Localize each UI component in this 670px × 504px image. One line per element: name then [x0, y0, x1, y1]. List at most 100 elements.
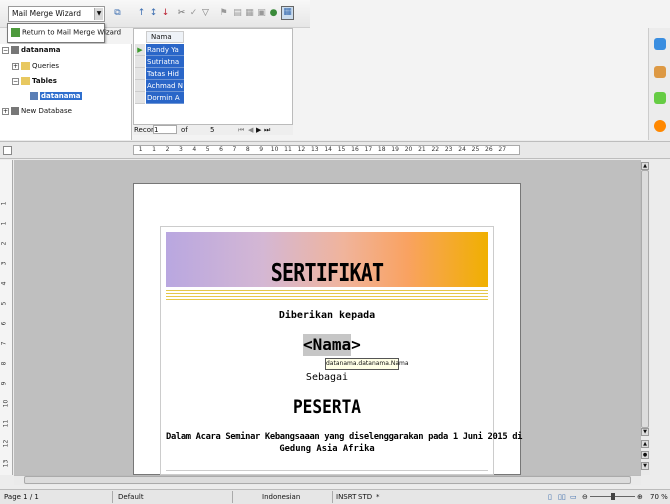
- page-indicator[interactable]: Page 1 / 1: [4, 493, 39, 501]
- data-grid: Nama ▶ Randy Ya Sutriatna Tatas Hid Achm…: [133, 28, 293, 135]
- tree-item-datanama-table[interactable]: datanama: [30, 92, 82, 100]
- status-bar: Page 1 / 1 Default Indonesian INSRT STD …: [0, 489, 670, 504]
- explorer-icon[interactable]: ▦: [281, 6, 294, 20]
- ruler-mark: 8: [245, 146, 250, 153]
- ruler-mark: 13: [310, 146, 319, 153]
- sort-za-icon[interactable]: ↓: [160, 8, 171, 19]
- vertical-scroll-thumb[interactable]: [641, 170, 649, 428]
- table-row[interactable]: Dormin A: [146, 92, 184, 104]
- ruler-mark: 4: [192, 146, 197, 153]
- tab-type-icon[interactable]: [3, 146, 12, 155]
- return-to-wizard-menu-item[interactable]: Return to Mail Merge Wizard: [7, 23, 121, 43]
- standard-filter-icon[interactable]: ▽: [200, 8, 211, 19]
- zoom-level[interactable]: 70 %: [650, 493, 668, 501]
- table-row[interactable]: Randy Ya: [146, 44, 184, 56]
- ruler-mark: 3: [178, 146, 183, 153]
- current-row-arrow-icon[interactable]: ▶: [135, 44, 145, 56]
- sort-ascending-icon[interactable]: ↑: [136, 8, 147, 19]
- pin-icon[interactable]: ⚑: [218, 8, 229, 19]
- row-header[interactable]: [135, 68, 145, 80]
- ruler-mark: 9: [259, 146, 264, 153]
- ruler-mark: 1: [138, 146, 143, 153]
- wizard-select-value: Mail Merge Wizard: [12, 9, 81, 18]
- data-source-icon[interactable]: ●: [268, 8, 279, 19]
- ruler-mark: 14: [324, 146, 332, 153]
- expand-icon[interactable]: +: [12, 62, 19, 70]
- single-page-view-icon[interactable]: ▯: [548, 493, 552, 501]
- table-row[interactable]: Sutriatna: [146, 56, 184, 68]
- tree-item-datanama-db[interactable]: − datanama: [2, 46, 61, 54]
- data-to-fields-icon[interactable]: ▦: [244, 8, 255, 19]
- horizontal-scroll-thumb[interactable]: [24, 476, 631, 484]
- vruler-mark: 12: [2, 439, 10, 448]
- vruler-mark: 10: [2, 399, 10, 408]
- divider: [232, 491, 233, 503]
- record-navigator: Record 1 of 5 ⏮ ◀ ▶ ⏭: [133, 124, 293, 135]
- document-modified[interactable]: *: [376, 493, 380, 501]
- chevron-down-icon[interactable]: ▼: [94, 8, 103, 20]
- insert-mode[interactable]: INSRT: [336, 493, 356, 501]
- page-style[interactable]: Default: [118, 493, 144, 501]
- tools-icon[interactable]: ✂: [176, 8, 187, 19]
- record-number-input[interactable]: 1: [153, 125, 177, 134]
- filter-icon[interactable]: ✓: [188, 8, 199, 19]
- ruler-mark: 11: [284, 146, 292, 153]
- ruler-mark: 18: [377, 146, 386, 153]
- table-row[interactable]: Achmad N: [146, 80, 184, 92]
- zoom-out-icon[interactable]: ⊖: [582, 493, 588, 501]
- scroll-up-icon[interactable]: ▲: [641, 162, 649, 170]
- row-header[interactable]: [135, 92, 145, 104]
- as-label-text: Sebagai: [305, 372, 349, 383]
- navigator-icon[interactable]: [654, 120, 666, 132]
- collapse-icon[interactable]: −: [2, 46, 9, 54]
- divider: [332, 491, 333, 503]
- vertical-ruler[interactable]: 1 1 2 3 4 5 6 7 8 9 10 11 12 13: [0, 160, 13, 475]
- sort-az-icon[interactable]: ↕: [148, 8, 159, 19]
- merge-field-nama[interactable]: <Nama>: [303, 334, 361, 356]
- mail-merge-wizard-select[interactable]: Mail Merge Wizard ▼: [8, 6, 105, 22]
- expand-icon[interactable]: +: [2, 107, 9, 115]
- folder-icon: [21, 62, 30, 70]
- tree-label: New Database: [21, 107, 72, 115]
- previous-page-icon[interactable]: ▲: [641, 440, 649, 448]
- vruler-mark: 2: [0, 241, 8, 246]
- row-header[interactable]: [135, 80, 145, 92]
- table-row[interactable]: Tatas Hid: [146, 68, 184, 80]
- book-view-icon[interactable]: ▭: [570, 493, 577, 501]
- prev-record-icon[interactable]: ◀: [248, 126, 253, 134]
- row-header[interactable]: [135, 56, 145, 68]
- scroll-down-icon[interactable]: ▼: [641, 428, 649, 436]
- first-record-icon[interactable]: ⏮: [238, 126, 244, 135]
- record-of-label: of: [181, 126, 188, 134]
- tree-item-tables[interactable]: − Tables: [12, 77, 57, 85]
- tree-label: datanama: [21, 46, 61, 54]
- vruler-mark: 4: [0, 281, 8, 286]
- source-icon[interactable]: ⧉: [112, 8, 123, 19]
- last-record-icon[interactable]: ⏭: [264, 126, 270, 135]
- horizontal-ruler[interactable]: 1 1 2 3 4 5 6 7 8 9 10 11 12 13 14 15 16 17 18 19 20 21 22 23 24…: [133, 145, 520, 155]
- styles-icon[interactable]: [654, 66, 666, 78]
- properties-icon[interactable]: [654, 38, 666, 50]
- tree-item-new-database[interactable]: + New Database: [2, 107, 72, 115]
- data-to-text-icon[interactable]: ▤: [232, 8, 243, 19]
- multi-page-view-icon[interactable]: ▯▯: [558, 493, 566, 501]
- next-record-icon[interactable]: ▶: [256, 126, 261, 134]
- tree-item-queries[interactable]: + Queries: [12, 62, 59, 70]
- ruler-mark: 26: [485, 146, 493, 153]
- mail-merge-icon[interactable]: ▣: [256, 8, 267, 19]
- gallery-icon[interactable]: [654, 92, 666, 104]
- zoom-slider-handle[interactable]: [611, 493, 615, 500]
- vruler-mark: 11: [2, 419, 10, 428]
- ruler-mark: 7: [232, 146, 237, 153]
- vruler-mark: 1: [0, 221, 8, 226]
- navigation-icon[interactable]: ●: [641, 451, 649, 459]
- ruler-mark: 2: [165, 146, 170, 153]
- next-page-icon[interactable]: ▼: [641, 462, 649, 470]
- language[interactable]: Indonesian: [262, 493, 300, 501]
- ruler-mark: 15: [337, 146, 346, 153]
- zoom-in-icon[interactable]: ⊕: [637, 493, 643, 501]
- database-icon: [11, 107, 19, 115]
- collapse-icon[interactable]: −: [12, 77, 19, 85]
- selection-mode[interactable]: STD: [358, 493, 372, 501]
- column-header-nama[interactable]: Nama: [146, 31, 184, 43]
